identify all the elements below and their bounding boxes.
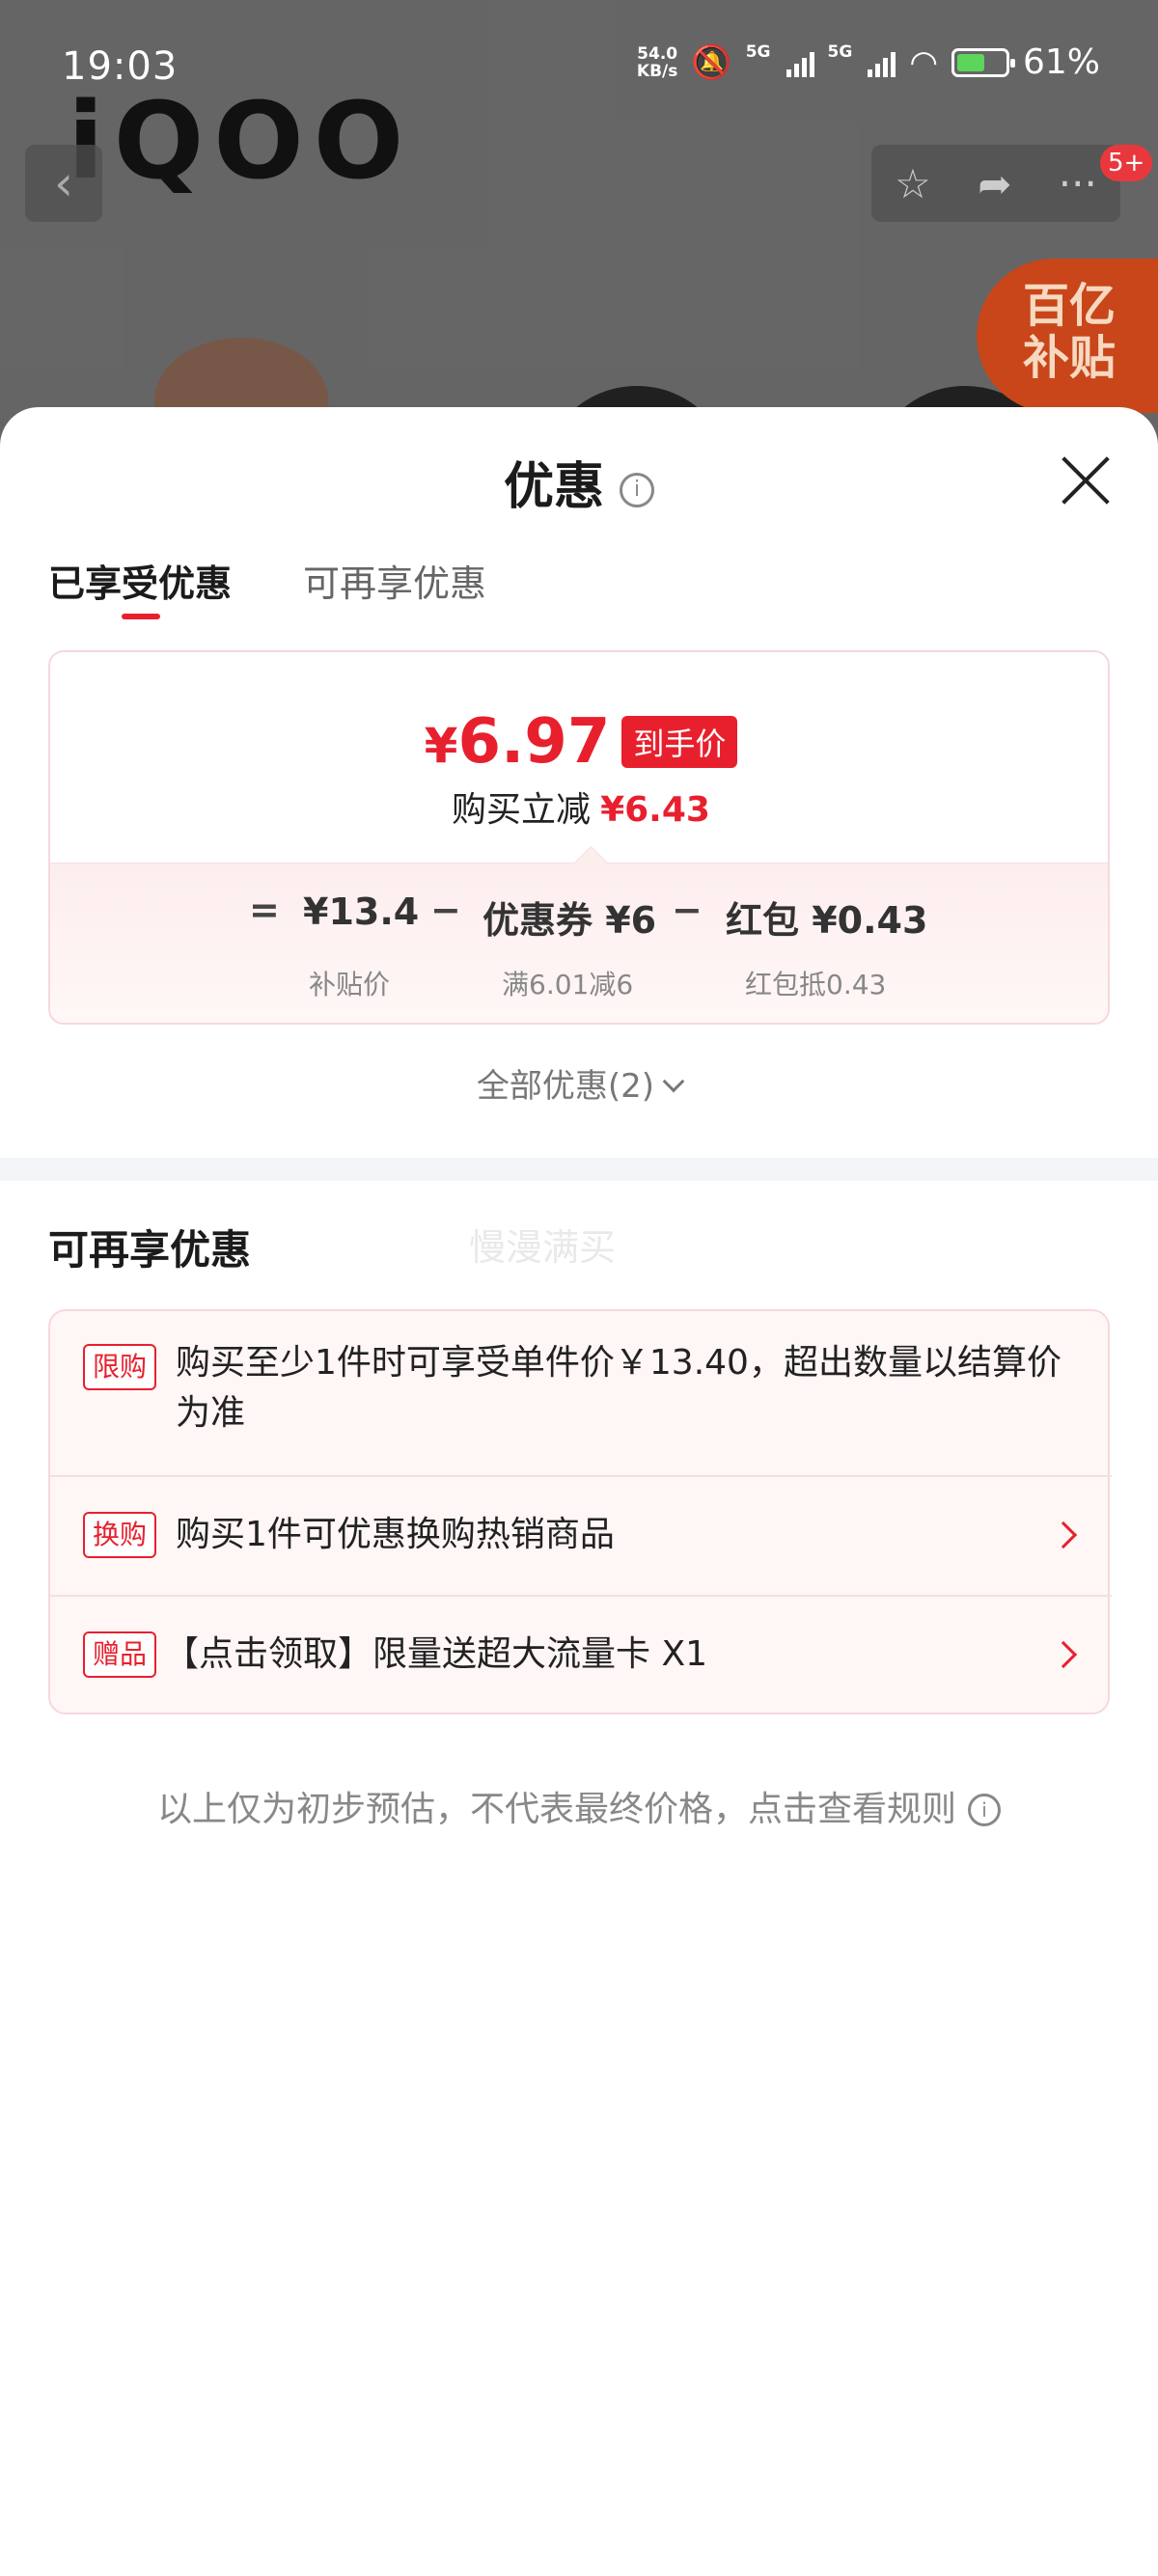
footnote-text: 以上仅为初步预估，不代表最终价格，点击查看规则 xyxy=(156,1790,956,1829)
coupon-amount: 优惠券 ¥6 xyxy=(482,899,657,942)
subsidy-price-label: 补贴价 xyxy=(309,969,391,1000)
currency-symbol: ¥ xyxy=(424,718,458,774)
chevron-down-icon xyxy=(662,1070,685,1093)
promo-item-limit: 限购 购买至少1件时可享受单件价￥13.40，超出数量以结算价为准 xyxy=(50,1311,1112,1475)
back-button[interactable]: ‹ xyxy=(25,145,102,222)
net-speed-unit: KB/s xyxy=(636,61,678,81)
more-icon[interactable]: ··· xyxy=(1059,160,1097,207)
subsidy-badge-line1: 百亿 xyxy=(1023,279,1117,333)
star-icon[interactable]: ☆ xyxy=(895,160,931,207)
all-discounts-label: 全部优惠(2) xyxy=(476,1067,655,1106)
close-button[interactable] xyxy=(1062,457,1110,506)
wifi-icon: ◠ xyxy=(909,42,938,82)
price-breakdown: = ¥13.4 补贴价 − 优惠券 ¥6 满6.01减6 − 红包 ¥0.43 … xyxy=(50,863,1108,1023)
chevron-left-icon: ‹ xyxy=(54,155,73,211)
battery-percent: 61% xyxy=(1022,42,1100,82)
final-price-row: ¥6.97 到手价 xyxy=(50,706,1108,778)
equals-sign: = xyxy=(249,889,280,931)
promo-text: 【点击领取】限量送超大流量卡 X1 xyxy=(164,1634,708,1674)
tab-enjoyed-discounts[interactable]: 已享受优惠 xyxy=(48,554,232,619)
promo-tag: 限购 xyxy=(83,1344,156,1390)
nav-actions: ☆ ➦ ··· xyxy=(871,145,1120,222)
more-discounts-title: 可再享优惠 xyxy=(48,1226,252,1274)
promo-tag: 换购 xyxy=(83,1512,156,1558)
tab-more-discounts[interactable]: 可再享优惠 xyxy=(303,554,486,607)
minus-sign: − xyxy=(430,889,461,931)
reduce-amount: ¥6.43 xyxy=(600,790,710,830)
sheet-title: 优惠 i xyxy=(0,446,1158,518)
promo-tag: 赠品 xyxy=(83,1631,156,1678)
final-price-value: 6.97 xyxy=(457,706,611,778)
coupon-condition: 满6.01减6 xyxy=(502,969,634,1000)
network-speed: 54.0 KB/s xyxy=(637,45,677,80)
promo-text: 购买至少1件时可享受单件价￥13.40，超出数量以结算价为准 xyxy=(176,1343,1062,1433)
status-time: 19:03 xyxy=(62,44,179,89)
all-discounts-toggle[interactable]: 全部优惠(2) xyxy=(0,1059,1158,1107)
status-bar: 19:03 54.0 KB/s 🔕 5G 5G ◠ 61% xyxy=(0,0,1158,135)
info-icon[interactable]: i xyxy=(620,473,654,507)
signal-1-label: 5G xyxy=(745,42,771,62)
discount-tabs: 已享受优惠 可再享优惠 xyxy=(48,554,486,619)
mute-icon: 🔕 xyxy=(691,42,732,82)
subsidy-badge[interactable]: 百亿 补贴 xyxy=(977,259,1158,413)
red-packet-label: 红包抵0.43 xyxy=(745,969,887,1000)
promo-item-gift[interactable]: 赠品 【点击领取】限量送超大流量卡 X1 xyxy=(50,1595,1112,1714)
signal-bars-icon xyxy=(786,48,814,77)
price-card: ¥6.97 到手价 购买立减 ¥6.43 = ¥13.4 补贴价 − 优惠券 ¥6 … xyxy=(48,650,1110,1025)
subsidy-price: ¥13.4 xyxy=(303,891,420,933)
info-icon: i xyxy=(968,1794,1001,1826)
sheet-title-text: 优惠 xyxy=(503,458,604,516)
promo-text: 购买1件可优惠换购热销商品 xyxy=(176,1515,615,1554)
pricing-rules-link[interactable]: 以上仅为初步预估，不代表最终价格，点击查看规则 i xyxy=(0,1781,1158,1831)
red-packet-amount: 红包 ¥0.43 xyxy=(726,899,928,942)
subsidy-badge-line2: 补贴 xyxy=(1023,331,1117,385)
signal-2-label: 5G xyxy=(827,42,853,62)
reduce-label: 购买立减 xyxy=(452,790,592,830)
final-price: ¥6.97 xyxy=(425,706,611,778)
battery-icon xyxy=(951,47,1015,77)
status-icons: 54.0 KB/s 🔕 5G 5G ◠ 61% xyxy=(637,42,1100,82)
promo-list: 限购 购买至少1件时可享受单件价￥13.40，超出数量以结算价为准 换购 购买1… xyxy=(48,1309,1112,1714)
reduce-row: 购买立减 ¥6.43 xyxy=(50,781,1108,832)
net-speed-value: 54.0 xyxy=(637,43,678,64)
final-price-tag: 到手价 xyxy=(621,716,738,768)
share-icon[interactable]: ➦ xyxy=(978,160,1011,207)
signal-bars-icon xyxy=(868,48,896,77)
promo-item-exchange[interactable]: 换购 购买1件可优惠换购热销商品 xyxy=(50,1475,1112,1595)
notification-badge: 5+ xyxy=(1100,145,1153,181)
watermark-text: 慢漫满买 xyxy=(469,1226,617,1269)
minus-sign: − xyxy=(672,889,703,931)
section-divider xyxy=(0,1158,1158,1181)
discount-sheet: 优惠 i 已享受优惠 可再享优惠 ¥6.97 到手价 购买立减 ¥6.43 = ¥13… xyxy=(0,407,1158,2576)
